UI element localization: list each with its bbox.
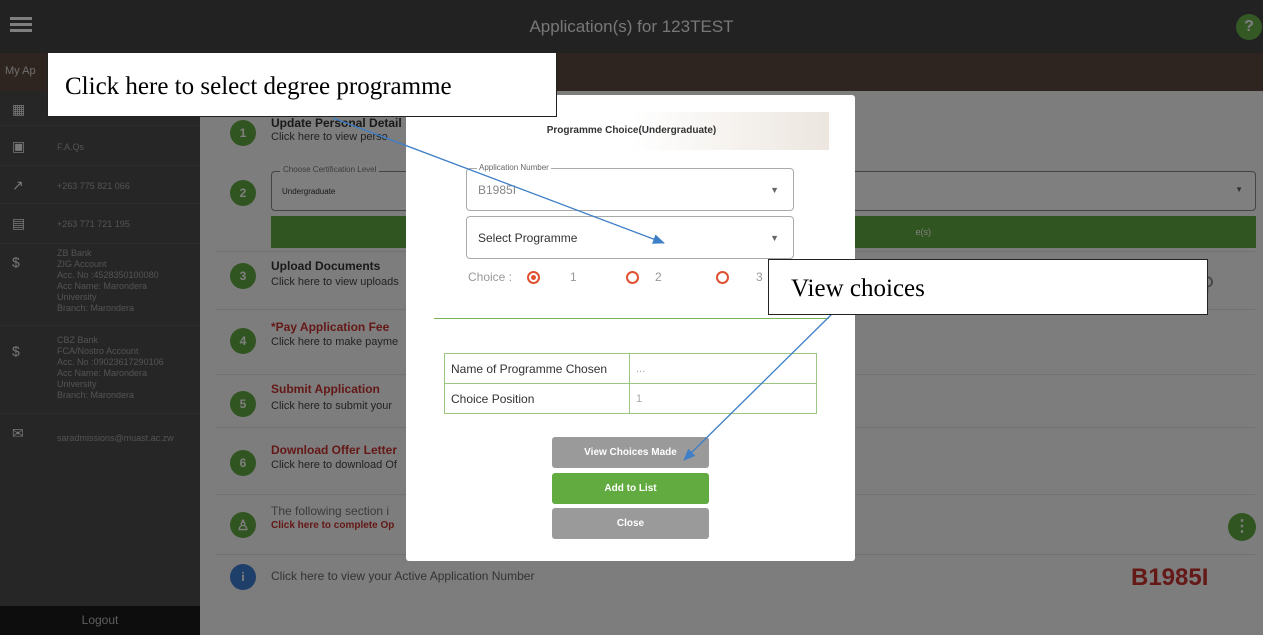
arrow-to-programme-select xyxy=(332,117,665,244)
arrow-to-view-choices xyxy=(683,310,836,461)
callout-select-programme: Click here to select degree programme xyxy=(47,52,557,117)
callout-view-choices: View choices xyxy=(768,259,1208,315)
